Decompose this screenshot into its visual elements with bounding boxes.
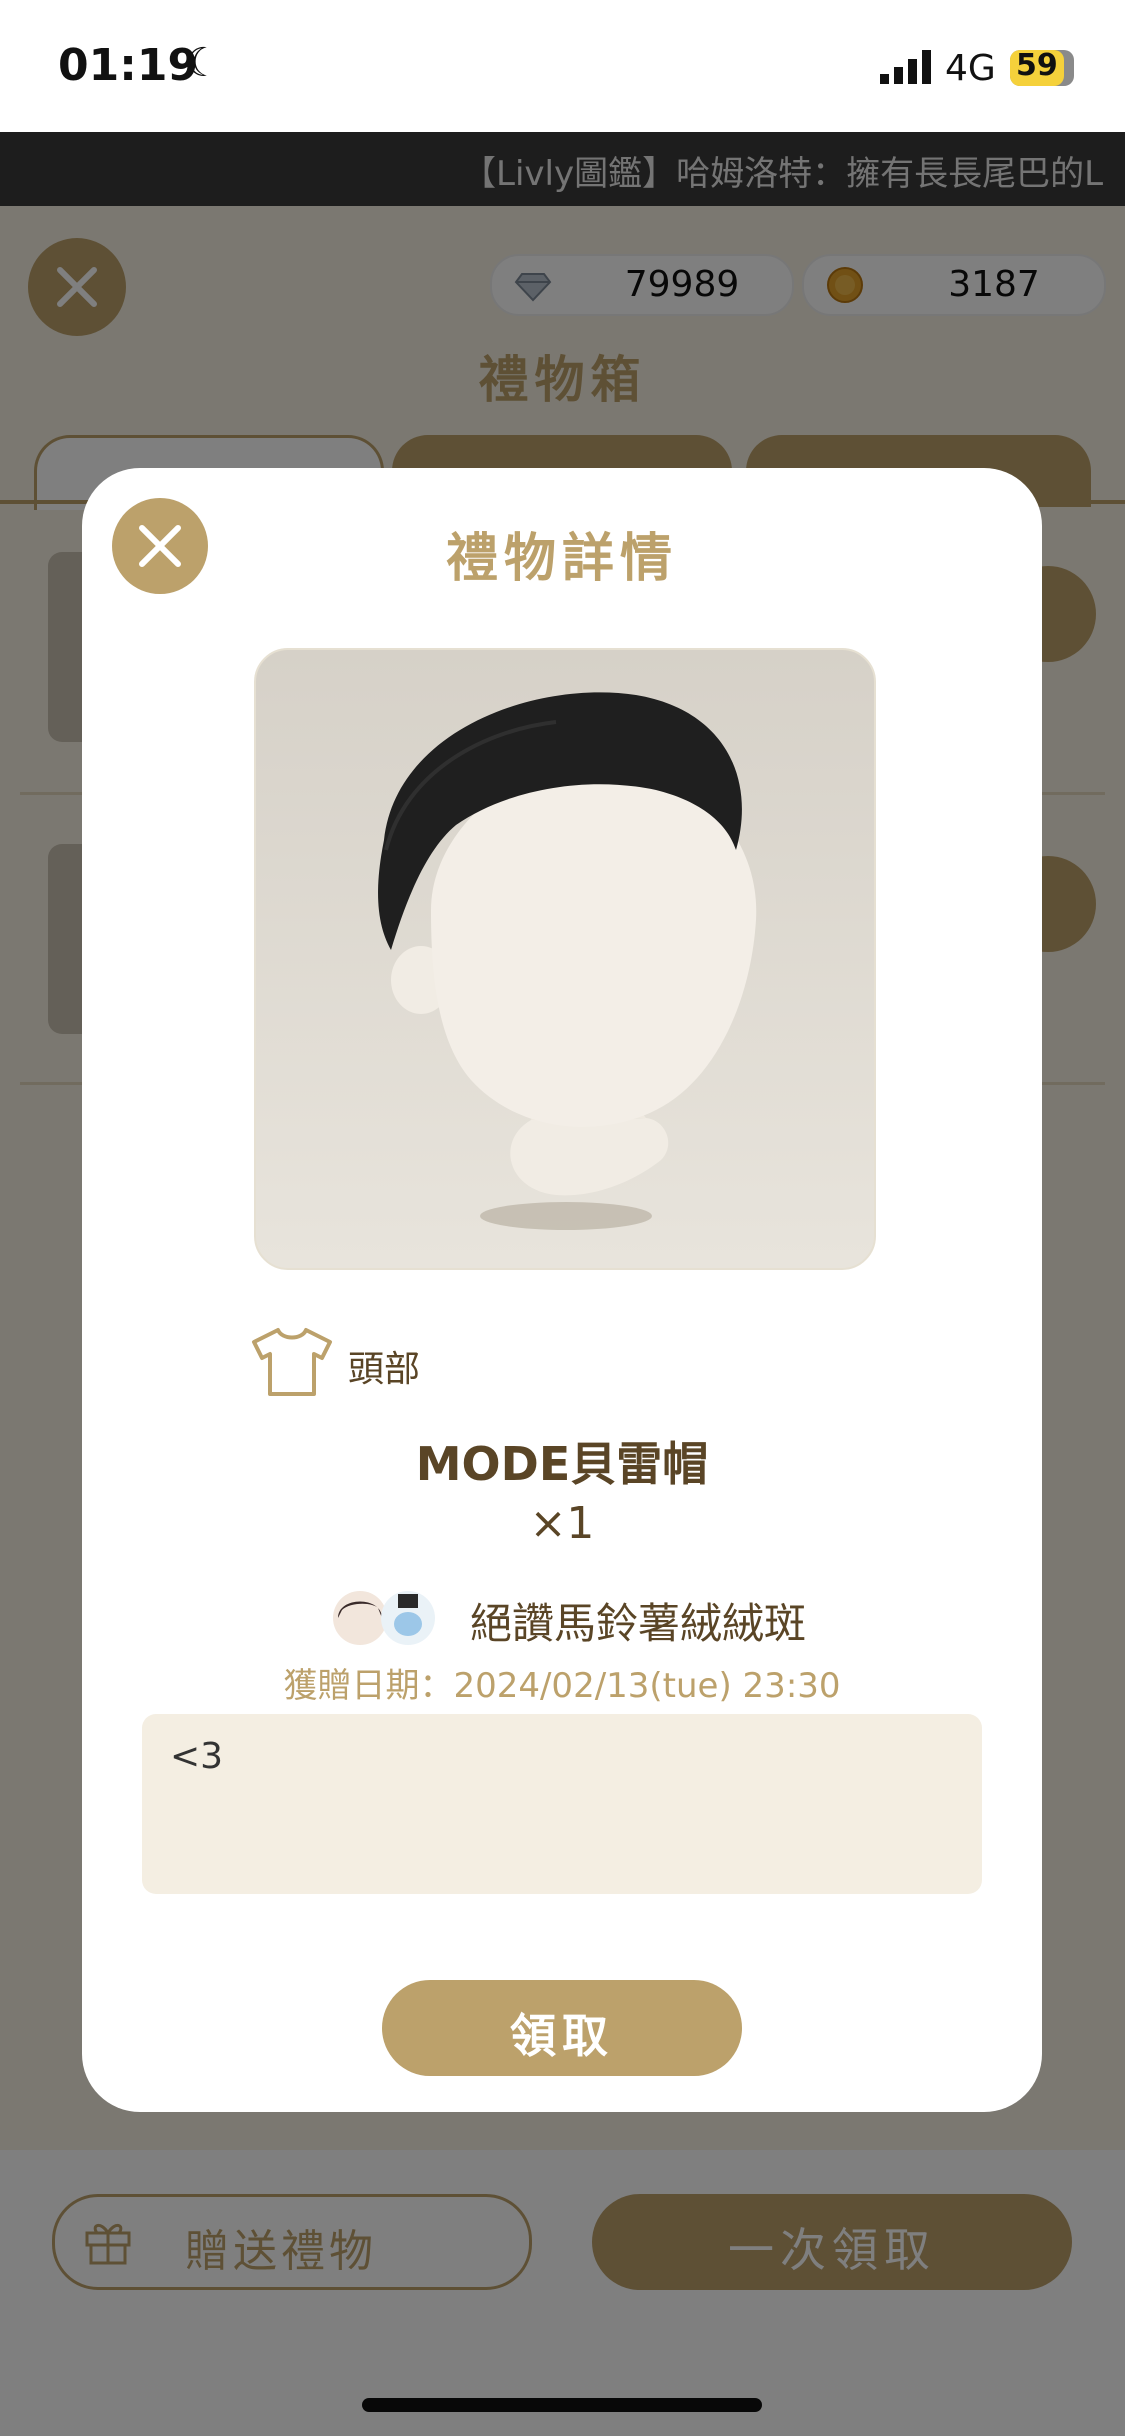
- avatar: [333, 1591, 387, 1645]
- battery-icon: 59: [1010, 48, 1074, 86]
- shirt-icon: [252, 1328, 332, 1396]
- item-name: MODE貝雷帽: [415, 1437, 709, 1491]
- moon-icon: ☾: [185, 40, 221, 86]
- gift-message-box: <3: [142, 1714, 982, 1894]
- claim-button[interactable]: 領取: [382, 1980, 742, 2076]
- item-preview-image: [254, 648, 876, 1270]
- network-type: 4G: [945, 48, 996, 89]
- gift-detail-modal: 禮物詳情 頭部 MODE貝雷帽 ×1 絕讚馬鈴薯絨絨斑 獲贈日期：2024/02…: [82, 468, 1042, 2112]
- beret-on-mannequin-image: [378, 692, 757, 1230]
- battery-percent: 59: [1016, 48, 1058, 83]
- cellular-signal-icon: [880, 50, 931, 84]
- received-date: 獲贈日期：2024/02/13(tue) 23:30: [283, 1666, 841, 1706]
- claim-label: 領取: [510, 2009, 614, 2063]
- item-category: 頭部: [348, 1349, 421, 1390]
- modal-title: 禮物詳情: [445, 529, 678, 589]
- status-time: 01:19: [58, 40, 199, 91]
- item-quantity: ×1: [529, 1498, 595, 1549]
- sender-avatars: [333, 1591, 435, 1645]
- sender-name: 絕讚馬鈴薯絨絨斑: [470, 1599, 807, 1648]
- status-bar: 01:19 ☾ 4G 59: [0, 0, 1125, 132]
- gift-message: <3: [170, 1736, 224, 1777]
